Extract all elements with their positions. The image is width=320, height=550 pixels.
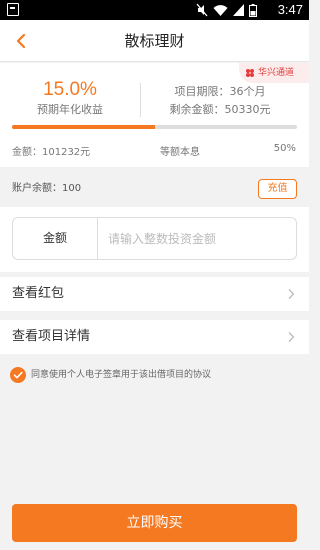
view-red-packets-row[interactable]: 查看红包 bbox=[0, 277, 309, 311]
progress-percent: 50% bbox=[273, 143, 296, 154]
buy-now-button[interactable]: 立即购买 bbox=[12, 504, 297, 542]
view-project-details-label: 查看项目详情 bbox=[12, 329, 91, 344]
invest-amount-section: 金额 bbox=[0, 207, 309, 272]
chevron-right-icon bbox=[288, 289, 295, 299]
project-term: 项目期限：36个月 bbox=[174, 85, 266, 98]
page-title: 散标理财 bbox=[124, 32, 185, 50]
mute-icon bbox=[196, 3, 208, 17]
annual-rate: 15.0% bbox=[43, 79, 97, 100]
nav-bar: 散标理财 bbox=[0, 20, 309, 62]
recharge-button[interactable]: 充值 bbox=[258, 179, 297, 199]
repayment-method: 等额本息 bbox=[160, 147, 200, 158]
notification-app-icon bbox=[7, 3, 19, 16]
remaining-amount: 剩余金额：50330元 bbox=[169, 103, 271, 116]
account-balance: 账户余额：100 bbox=[12, 183, 82, 194]
agreement-text[interactable]: 同意使用个人电子签章用于该出借项目的协议 bbox=[31, 362, 211, 388]
signal-icon bbox=[233, 4, 244, 16]
channel-logo-icon bbox=[246, 69, 254, 77]
account-balance-row: 账户余额：100 充值 bbox=[0, 176, 309, 202]
status-time: 3:47 bbox=[277, 2, 303, 17]
agreement-row: 同意使用个人电子签章用于该出借项目的协议 bbox=[0, 362, 309, 388]
funding-progress-bar bbox=[12, 125, 297, 129]
total-amount: 金额：101232元 bbox=[12, 147, 91, 158]
divider bbox=[140, 83, 141, 117]
annual-rate-label: 预期年化收益 bbox=[37, 103, 103, 116]
invest-amount-input[interactable] bbox=[108, 226, 288, 251]
funding-progress-fill bbox=[12, 125, 155, 129]
channel-badge: 华兴通道 bbox=[239, 63, 309, 83]
product-summary-card: 华兴通道 15.0% 预期年化收益 项目期限：36个月 剩余金额：50330元 … bbox=[0, 63, 309, 167]
battery-icon bbox=[249, 3, 257, 17]
invest-amount-label: 金额 bbox=[13, 218, 98, 259]
view-project-details-row[interactable]: 查看项目详情 bbox=[0, 320, 309, 354]
channel-badge-label: 华兴通道 bbox=[258, 68, 295, 78]
status-bar: 3:47 bbox=[0, 0, 309, 20]
invest-amount-box: 金额 bbox=[12, 217, 297, 260]
checkmark-icon bbox=[13, 371, 23, 379]
chevron-right-icon bbox=[288, 332, 295, 342]
view-red-packets-label: 查看红包 bbox=[12, 286, 65, 301]
status-icons bbox=[196, 2, 257, 18]
wifi-icon bbox=[213, 4, 228, 16]
agreement-checkbox[interactable] bbox=[10, 367, 26, 383]
